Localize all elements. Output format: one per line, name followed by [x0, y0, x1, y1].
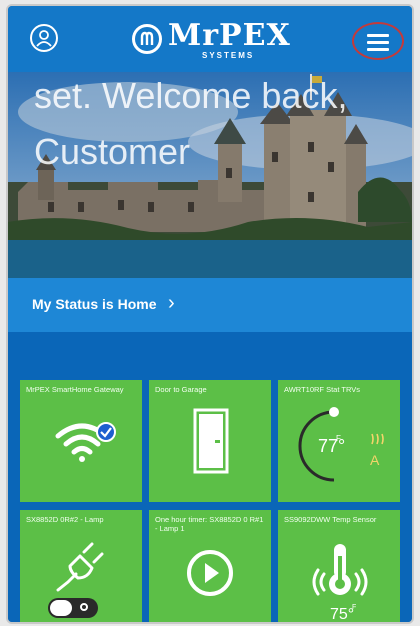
play-icon[interactable]	[185, 548, 235, 598]
welcome-message: set. Welcome back, Customer	[34, 75, 348, 172]
wifi-check-icon	[55, 422, 116, 462]
tile-label: SX8852D 0R#2 - Lamp	[26, 515, 104, 524]
status-bar[interactable]: My Status is Home ›	[8, 278, 412, 332]
tile-door[interactable]: Door to Garage	[149, 380, 271, 502]
top-bar: MrPEX SYSTEMS	[8, 6, 412, 72]
tile-gateway[interactable]: MrPEX SmartHome Gateway	[20, 380, 142, 502]
thermometer-icon	[312, 544, 368, 596]
tile-label: MrPEX SmartHome Gateway	[26, 385, 124, 394]
sensor-unit: F	[352, 604, 357, 611]
brand-subtitle: SYSTEMS	[202, 51, 255, 60]
thermostat-temperature: 77°	[318, 436, 346, 456]
menu-button[interactable]	[352, 22, 404, 60]
tile-lamp[interactable]: SX8852D 0R#2 - Lamp	[20, 510, 142, 622]
toggle-knob	[50, 600, 72, 616]
door-icon	[193, 408, 229, 474]
hero-banner: set. Welcome back, Customer	[8, 72, 412, 278]
mode-auto-indicator: A	[370, 452, 380, 468]
logo-mark-icon	[132, 24, 162, 54]
sensor-temperature: 75°	[330, 606, 355, 622]
chevron-right-icon: ›	[168, 292, 175, 314]
tile-thermostat[interactable]: AWRT10RF Stat TRVs 77° F A	[278, 380, 400, 502]
tile-timer[interactable]: One hour timer: SX8852D 0 R#1 - Lamp 1	[149, 510, 271, 622]
toggle-off-icon	[80, 603, 88, 611]
device-tiles: MrPEX SmartHome Gateway Door to Garage A…	[8, 332, 412, 622]
phone-screen: MrPEX SYSTEMS set. Welcome back, Custome…	[8, 6, 412, 622]
hamburger-icon	[367, 34, 389, 55]
tile-label: SS9092DWW Temp Sensor	[284, 515, 377, 524]
heat-waves-icon	[371, 433, 384, 445]
tile-temp-sensor[interactable]: SS9092DWW Temp Sensor 75° F	[278, 510, 400, 622]
plug-icon	[56, 542, 104, 592]
profile-icon[interactable]	[30, 24, 58, 52]
lamp-toggle[interactable]	[48, 598, 98, 618]
tile-label: AWRT10RF Stat TRVs	[284, 385, 360, 394]
tile-label: One hour timer: SX8852D 0 R#1 - Lamp 1	[155, 515, 264, 533]
brand-logo: MrPEX SYSTEMS	[132, 18, 292, 62]
tile-label: Door to Garage	[155, 385, 207, 394]
brand-name: MrPEX	[168, 18, 291, 53]
status-label: My Status is Home	[32, 296, 157, 312]
thermostat-unit: F	[336, 434, 341, 443]
